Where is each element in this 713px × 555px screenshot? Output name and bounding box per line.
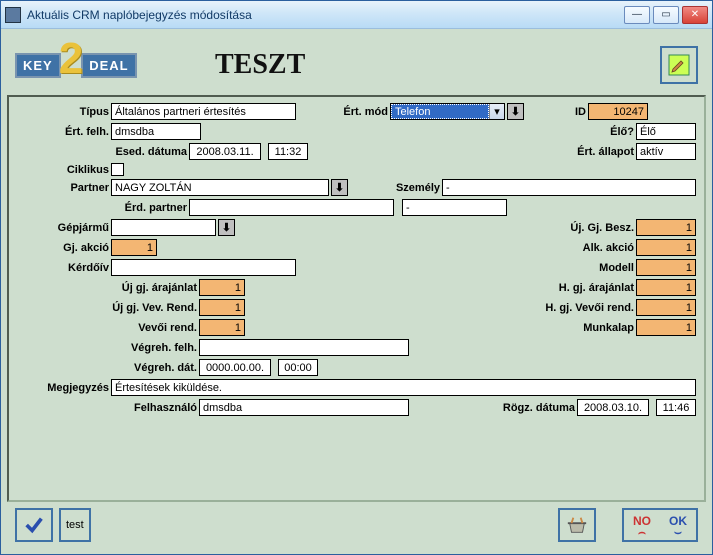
smile-icon: ⌣	[674, 528, 682, 536]
rogz-datuma-label: Rögz. dátuma	[491, 402, 575, 414]
vegreh-date-field[interactable]: 0000.00.00.	[199, 359, 271, 376]
h-gj-vevoi-rend-field[interactable]: 1	[636, 299, 696, 316]
vevoi-rend-field[interactable]: 1	[199, 319, 245, 336]
h-gj-arajanlat-field[interactable]: 1	[636, 279, 696, 296]
check-icon	[23, 514, 45, 536]
alk-akcio-label: Alk. akció	[544, 242, 634, 254]
content-area: KEY 2 DEAL TESZT Típus Általános partner…	[1, 29, 712, 554]
app-icon	[5, 7, 21, 23]
action-bar: test NO ⌢ OK ⌣	[7, 502, 706, 548]
frown-icon: ⌢	[638, 528, 646, 536]
logo-key: KEY	[15, 53, 61, 78]
felhasznalo-label: Felhasználó	[17, 402, 197, 414]
rogz-time-field[interactable]: 11:46	[656, 399, 696, 416]
uj-gj-besz-label: Új. Gj. Besz.	[544, 222, 634, 234]
app-window: Aktuális CRM naplóbejegyzés módosítása —…	[0, 0, 713, 555]
header: KEY 2 DEAL TESZT	[7, 35, 706, 95]
no-button[interactable]: NO ⌢	[624, 510, 660, 540]
id-field[interactable]: 10247	[588, 103, 648, 120]
uj-gj-vev-rend-label: Új gj. Vev. Rend.	[17, 302, 197, 314]
ert-mod-select[interactable]: Telefon ▾	[390, 103, 505, 120]
logo-deal: DEAL	[81, 53, 136, 78]
tipus-label: Típus	[17, 106, 109, 118]
munkalap-label: Munkalap	[534, 322, 634, 334]
edit-button[interactable]	[660, 46, 698, 84]
partner-picker[interactable]: ⬇	[331, 179, 348, 196]
tipus-field[interactable]: Általános partneri értesítés	[111, 103, 296, 120]
uj-gj-arajanlat-label: Új gj. árajánlat	[17, 282, 197, 294]
felhasznalo-field[interactable]: dmsdba	[199, 399, 409, 416]
window-title: Aktuális CRM naplóbejegyzés módosítása	[27, 8, 624, 22]
erd-partner-field[interactable]	[189, 199, 394, 216]
munkalap-field[interactable]: 1	[636, 319, 696, 336]
megjegyzes-field[interactable]: Értesítések kiküldése.	[111, 379, 696, 396]
elo-label: Élő?	[594, 126, 634, 138]
vegreh-time-field[interactable]: 00:00	[278, 359, 318, 376]
rogz-date-field[interactable]: 2008.03.10.	[577, 399, 649, 416]
megjegyzes-label: Megjegyzés	[17, 382, 109, 394]
gj-akcio-label: Gj. akció	[17, 242, 109, 254]
gepjarmu-picker[interactable]: ⬇	[218, 219, 235, 236]
ciklikus-checkbox[interactable]	[111, 163, 124, 176]
pencil-icon	[667, 53, 691, 77]
ert-mod-value: Telefon	[391, 104, 489, 119]
close-button[interactable]: ✕	[682, 6, 708, 24]
ert-allapot-label: Ért. állapot	[564, 146, 634, 158]
kerdoiv-label: Kérdőív	[17, 262, 109, 274]
titlebar: Aktuális CRM naplóbejegyzés módosítása —…	[1, 1, 712, 29]
ok-button[interactable]: OK ⌣	[660, 510, 696, 540]
esed-datuma-label: Esed. dátuma	[17, 146, 187, 158]
h-gj-arajanlat-label: H. gj. árajánlat	[534, 282, 634, 294]
minimize-button[interactable]: —	[624, 6, 650, 24]
ert-allapot-field[interactable]: aktív	[636, 143, 696, 160]
uj-gj-vev-rend-field[interactable]: 1	[199, 299, 245, 316]
elo-field[interactable]: Élő	[636, 123, 696, 140]
h-gj-vevoi-rend-label: H. gj. Vevői rend.	[534, 302, 634, 314]
ert-mod-picker[interactable]: ⬇	[507, 103, 524, 120]
vegreh-dat-label: Végreh. dát.	[17, 362, 197, 374]
esed-time-field[interactable]: 11:32	[268, 143, 308, 160]
modell-label: Modell	[544, 262, 634, 274]
uj-gj-besz-field[interactable]: 1	[636, 219, 696, 236]
erd-partner-label: Érd. partner	[17, 202, 187, 214]
vegreh-felh-label: Végreh. felh.	[17, 342, 197, 354]
partner-label: Partner	[17, 182, 109, 194]
maximize-button[interactable]: ▭	[653, 6, 679, 24]
ert-mod-label: Ért. mód	[298, 106, 388, 118]
basket-button[interactable]	[558, 508, 596, 542]
szemely-label: Személy	[350, 182, 440, 194]
dropdown-arrow-icon[interactable]: ▾	[489, 104, 504, 119]
validate-button[interactable]	[15, 508, 53, 542]
alk-akcio-field[interactable]: 1	[636, 239, 696, 256]
teszt-label: TESZT	[215, 49, 305, 81]
test-button[interactable]: test	[59, 508, 91, 542]
uj-gj-arajanlat-field[interactable]: 1	[199, 279, 245, 296]
vevoi-rend-label: Vevői rend.	[17, 322, 197, 334]
logo: KEY 2 DEAL	[15, 40, 175, 90]
window-buttons: — ▭ ✕	[624, 6, 708, 24]
gepjarmu-label: Gépjármű	[17, 222, 109, 234]
esed-date-field[interactable]: 2008.03.11.	[189, 143, 261, 160]
ciklikus-label: Ciklikus	[17, 164, 109, 176]
ert-felh-field[interactable]: dmsdba	[111, 123, 201, 140]
basket-icon	[566, 514, 588, 536]
modell-field[interactable]: 1	[636, 259, 696, 276]
szemely-field[interactable]: -	[442, 179, 696, 196]
logo-two: 2	[59, 44, 83, 75]
ok-cancel-group: NO ⌢ OK ⌣	[622, 508, 698, 542]
vegreh-felh-field[interactable]	[199, 339, 409, 356]
id-label: ID	[526, 106, 586, 118]
gepjarmu-field[interactable]	[111, 219, 216, 236]
ert-felh-label: Ért. felh.	[17, 126, 109, 138]
form-panel: Típus Általános partneri értesítés Ért. …	[7, 95, 706, 502]
erd-partner-2-field[interactable]: -	[402, 199, 507, 216]
partner-field[interactable]: NAGY ZOLTÁN	[111, 179, 329, 196]
kerdoiv-field[interactable]	[111, 259, 296, 276]
gj-akcio-field[interactable]: 1	[111, 239, 157, 256]
